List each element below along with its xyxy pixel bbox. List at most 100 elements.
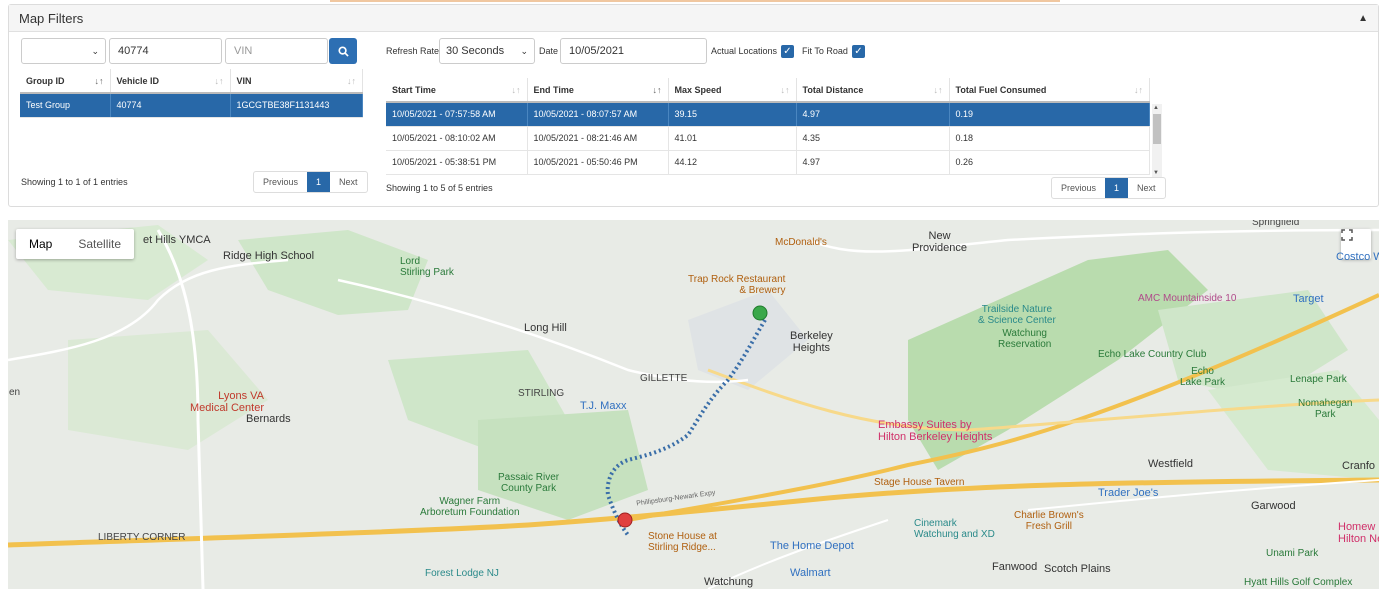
col-start-time[interactable]: Start Time ↓↑ [386, 78, 528, 103]
search-icon [337, 45, 349, 57]
map-label-trader-joes: Trader Joe's [1098, 487, 1159, 499]
next-button[interactable]: Next [1128, 178, 1165, 198]
scroll-down-icon[interactable]: ▼ [1153, 170, 1159, 176]
col-total-distance[interactable]: Total Distance ↓↑ [796, 78, 950, 103]
table-row[interactable]: 10/05/2021 - 07:57:58 AM 10/05/2021 - 08… [386, 102, 1150, 127]
map-label-springfield: Springfield [1252, 220, 1300, 228]
map-type-toggle: Map Satellite [16, 229, 135, 259]
map-label-watchung-res: Watchung Reservation [998, 328, 1052, 350]
map-label-target: Target [1293, 293, 1324, 305]
search-button[interactable] [329, 38, 357, 64]
map-label-westfield: Westfield [1148, 458, 1194, 470]
trips-pager: Previous 1 Next [1051, 177, 1166, 199]
map-label-stirling: STIRLING [518, 388, 565, 399]
map-label-amc: AMC Mountainside 10 [1138, 293, 1237, 304]
vehicles-pager: Previous 1 Next [253, 171, 368, 193]
col-end-time[interactable]: End Time ↓↑ [527, 78, 669, 103]
col-vehicle-id[interactable]: Vehicle ID ↓↑ [110, 69, 231, 94]
table-row[interactable]: 10/05/2021 - 05:38:51 PM 10/05/2021 - 05… [386, 150, 1150, 175]
road [807, 228, 1379, 253]
map-label-berkeley-heights: Berkeley Heights [790, 330, 833, 354]
map-view[interactable]: Map Satellite et Hills YMCA Ridge High S… [8, 220, 1379, 589]
route-start-marker[interactable] [752, 305, 768, 321]
map-label-echo-lake-cc: Echo Lake Country Club [1098, 349, 1207, 360]
map-label-new-providence: New Providence [912, 230, 968, 254]
map-label-nomahegan: Nomahegan Park [1298, 398, 1353, 420]
scroll-up-icon[interactable]: ▲ [1153, 105, 1159, 111]
top-accent-line [330, 0, 1060, 2]
previous-button[interactable]: Previous [254, 172, 307, 192]
route-end-marker[interactable] [617, 512, 633, 528]
actual-locations-label: Actual Locations [711, 46, 778, 56]
map-label-trap-rock: Trap Rock Restaurant & Brewery [688, 274, 786, 296]
previous-button[interactable]: Previous [1052, 178, 1105, 198]
map-label-walmart: Walmart [790, 567, 831, 579]
chevron-up-icon[interactable]: ▲ [1358, 13, 1368, 24]
map-label-watchung: Watchung [704, 576, 754, 588]
panel-header[interactable]: Map Filters ▲ [9, 5, 1378, 32]
map-label-forest-lodge: Forest Lodge NJ [425, 568, 499, 579]
map-label-echo-lake-park: Echo Lake Park [1180, 366, 1226, 388]
chevron-down-icon: ⌄ [520, 45, 528, 56]
col-max-speed[interactable]: Max Speed ↓↑ [668, 78, 797, 103]
actual-locations-checkbox[interactable]: ✓ [781, 45, 794, 58]
map-label-bernards: Bernards [246, 413, 291, 425]
vehicles-table: Group ID ↓↑ Vehicle ID ↓↑ VIN ↓↑ Test Group… [20, 69, 363, 118]
scrollbar-thumb[interactable] [1153, 114, 1161, 144]
panel-title: Map Filters [19, 10, 84, 26]
page-1-button[interactable]: 1 [307, 172, 331, 192]
map-label-scotch-plains: Scotch Plains [1044, 563, 1111, 575]
map-label-hyatt-hills: Hyatt Hills Golf Complex [1244, 577, 1353, 588]
map-label-stage-house: Stage House Tavern [874, 477, 965, 488]
chevron-down-icon: ⌄ [91, 45, 99, 56]
map-label-en: en [9, 387, 21, 398]
date-label: Date [539, 46, 559, 56]
trips-table: Start Time ↓↑ End Time ↓↑ Max Speed ↓↑ Tota… [386, 78, 1150, 175]
col-total-fuel[interactable]: Total Fuel Consumed ↓↑ [949, 78, 1150, 103]
table-row[interactable]: 10/05/2021 - 08:10:02 AM 10/05/2021 - 08… [386, 126, 1150, 151]
col-group-id[interactable]: Group ID ↓↑ [20, 69, 111, 94]
map-label-gillette: GILLETTE [640, 373, 688, 384]
map-label-stone-house: Stone House at Stirling Ridge... [648, 531, 717, 553]
table-row[interactable]: Test Group 40774 1GCGTBE38F1131443 [20, 93, 363, 118]
map-label-ymca: et Hills YMCA [143, 234, 211, 246]
map-type-map-button[interactable]: Map [16, 229, 65, 259]
map-label-trailside: Trailside Nature & Science Center [978, 304, 1056, 326]
refresh-rate-label: Refresh Rate [386, 46, 440, 56]
map-label-charlie-browns: Charlie Brown's Fresh Grill [1014, 510, 1084, 532]
map-label-cranford: Cranfo [1342, 460, 1376, 472]
map-label-long-hill: Long Hill [524, 322, 567, 334]
map-label-passaic: Passaic River County Park [498, 472, 560, 494]
map-filters-panel: Map Filters ▲ ⌄ 40774 VIN Group ID ↓↑ Veh… [8, 4, 1379, 207]
map-label-embassy: Embassy Suites by Hilton Berkeley Height… [878, 419, 993, 443]
map-label-home-depot: The Home Depot [770, 540, 854, 552]
fit-to-road-checkbox[interactable]: ✓ [852, 45, 865, 58]
map-label-lenape: Lenape Park [1290, 374, 1347, 385]
map-label-wagner: Wagner Farm Arboretum Foundation [420, 496, 520, 518]
map-label-unami: Unami Park [1266, 548, 1319, 559]
map-label-fanwood: Fanwood [992, 561, 1038, 573]
fit-to-road-label: Fit To Road [802, 46, 848, 56]
vehicles-showing-text: Showing 1 to 1 of 1 entries [21, 177, 128, 187]
map-label-tjmaxx: T.J. Maxx [580, 400, 627, 412]
map-label-liberty-corner: LIBERTY CORNER [98, 532, 186, 543]
map-label-lord-stirling: Lord Stirling Park [400, 256, 454, 278]
map-label-costco: Costco Wh [1336, 251, 1379, 263]
trips-showing-text: Showing 1 to 5 of 5 entries [386, 183, 493, 193]
date-input[interactable]: 10/05/2021 [560, 38, 707, 64]
col-vin[interactable]: VIN ↓↑ [230, 69, 363, 94]
page-1-button[interactable]: 1 [1105, 178, 1129, 198]
map-label-ridge-high: Ridge High School [223, 250, 315, 262]
vin-input[interactable]: VIN [225, 38, 328, 64]
refresh-rate-select[interactable]: 30 Seconds ⌄ [439, 38, 535, 64]
map-label-garwood: Garwood [1251, 500, 1296, 512]
map-label-cinemark: Cinemark Watchung and XD [914, 518, 995, 540]
fullscreen-icon [1341, 229, 1353, 241]
map-label-homewood: Homew Hilton Nev [1338, 521, 1379, 545]
group-select[interactable]: ⌄ [21, 38, 106, 64]
map-type-satellite-button[interactable]: Satellite [65, 229, 134, 259]
map-label-lyons: Lyons VA Medical Center [190, 390, 264, 414]
trips-scrollbar[interactable]: ▲ ▼ [1152, 104, 1162, 177]
vehicle-id-input[interactable]: 40774 [109, 38, 222, 64]
next-button[interactable]: Next [330, 172, 367, 192]
